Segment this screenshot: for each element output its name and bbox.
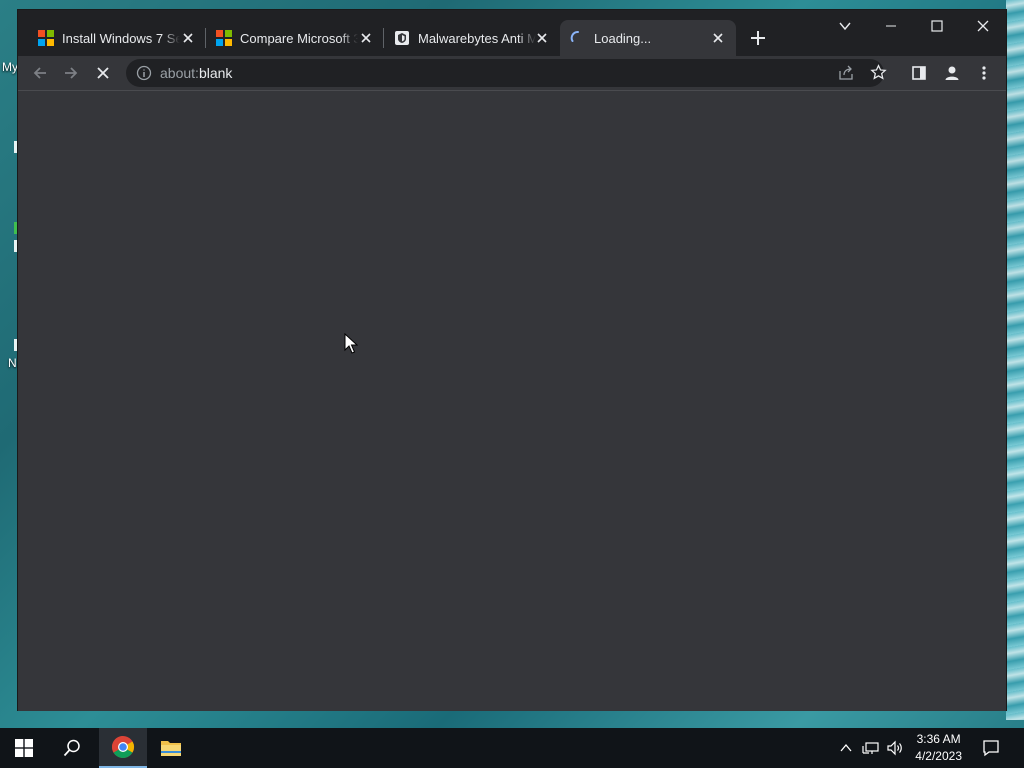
tab-install-windows[interactable]: Install Windows 7 Ser bbox=[28, 20, 206, 56]
browser-toolbar: about:blank bbox=[18, 56, 1006, 90]
close-icon bbox=[977, 20, 989, 32]
clock-time: 3:36 AM bbox=[916, 732, 961, 746]
tab-title: Compare Microsoft 3 bbox=[240, 30, 358, 46]
search-button[interactable] bbox=[48, 728, 96, 768]
minimize-button[interactable] bbox=[868, 10, 914, 42]
chevron-down-icon bbox=[839, 22, 851, 31]
arrow-right-icon bbox=[65, 67, 78, 79]
share-icon[interactable] bbox=[838, 65, 854, 81]
more-vertical-icon bbox=[982, 66, 986, 80]
notification-icon bbox=[983, 740, 999, 757]
stop-loading-button[interactable] bbox=[90, 60, 116, 86]
folder-icon bbox=[161, 741, 181, 756]
shield-logo-icon bbox=[395, 31, 409, 45]
forward-button[interactable] bbox=[58, 60, 84, 86]
tab-strip: Install Windows 7 Ser Compare Microsoft … bbox=[18, 10, 1006, 56]
profile-avatar-icon bbox=[945, 66, 959, 80]
tab-title: Install Windows 7 Ser bbox=[62, 30, 180, 46]
tab-malwarebytes[interactable]: Malwarebytes Anti M bbox=[384, 20, 560, 56]
tab-close-icon[interactable] bbox=[358, 30, 374, 46]
system-tray bbox=[838, 728, 904, 768]
microsoft-logo-icon bbox=[216, 30, 232, 46]
chevron-up-icon[interactable] bbox=[838, 740, 854, 756]
address-bar[interactable]: about:blank bbox=[126, 59, 887, 87]
network-icon[interactable] bbox=[862, 740, 880, 756]
tab-loading[interactable]: Loading... bbox=[560, 20, 736, 56]
loading-spinner-icon bbox=[570, 31, 579, 42]
side-panel-button[interactable] bbox=[906, 60, 932, 86]
tab-search-button[interactable] bbox=[822, 10, 868, 42]
taskbar-file-explorer-button[interactable] bbox=[147, 728, 195, 768]
tab-title: Malwarebytes Anti M bbox=[418, 30, 536, 46]
profile-button[interactable] bbox=[939, 60, 965, 86]
chrome-logo-icon bbox=[112, 736, 134, 758]
tab-close-icon[interactable] bbox=[180, 30, 196, 46]
browser-window: Install Windows 7 Ser Compare Microsoft … bbox=[18, 10, 1006, 711]
maximize-icon bbox=[931, 20, 943, 32]
page-content-blank[interactable] bbox=[18, 90, 1006, 711]
volume-icon[interactable] bbox=[886, 740, 904, 756]
taskbar: 3:36 AM 4/2/2023 bbox=[0, 728, 1024, 768]
windows-logo-icon bbox=[15, 739, 33, 757]
desktop-icon-label-n[interactable]: N bbox=[8, 356, 17, 370]
taskbar-clock[interactable]: 3:36 AM 4/2/2023 bbox=[915, 731, 962, 765]
info-icon[interactable] bbox=[136, 65, 152, 81]
clock-date: 4/2/2023 bbox=[915, 749, 962, 763]
new-tab-plus-icon[interactable] bbox=[746, 26, 770, 50]
tab-close-icon[interactable] bbox=[534, 30, 550, 46]
desktop-icon-label-my[interactable]: My bbox=[2, 60, 18, 74]
taskbar-chrome-button[interactable] bbox=[99, 728, 147, 768]
tab-close-icon[interactable] bbox=[710, 30, 726, 46]
back-button[interactable] bbox=[27, 60, 53, 86]
address-text[interactable]: about:blank bbox=[160, 65, 232, 81]
address-scheme: about: bbox=[160, 65, 199, 81]
tab-compare-microsoft[interactable]: Compare Microsoft 3 bbox=[206, 20, 384, 56]
mouse-cursor-icon bbox=[344, 333, 358, 354]
maximize-button[interactable] bbox=[914, 10, 960, 42]
close-window-button[interactable] bbox=[960, 10, 1006, 42]
side-panel-icon bbox=[912, 66, 926, 80]
desktop-wallpaper-edge bbox=[1006, 0, 1024, 720]
action-center-button[interactable] bbox=[968, 728, 1014, 768]
search-icon bbox=[63, 739, 80, 757]
start-button[interactable] bbox=[0, 728, 48, 768]
tab-title: Loading... bbox=[594, 30, 652, 46]
close-icon bbox=[97, 67, 109, 79]
menu-button[interactable] bbox=[971, 60, 997, 86]
arrow-left-icon bbox=[33, 67, 46, 79]
address-host: blank bbox=[198, 65, 233, 81]
bookmark-star-icon[interactable] bbox=[870, 64, 887, 81]
minimize-icon bbox=[886, 25, 896, 27]
microsoft-logo-icon bbox=[38, 30, 54, 46]
